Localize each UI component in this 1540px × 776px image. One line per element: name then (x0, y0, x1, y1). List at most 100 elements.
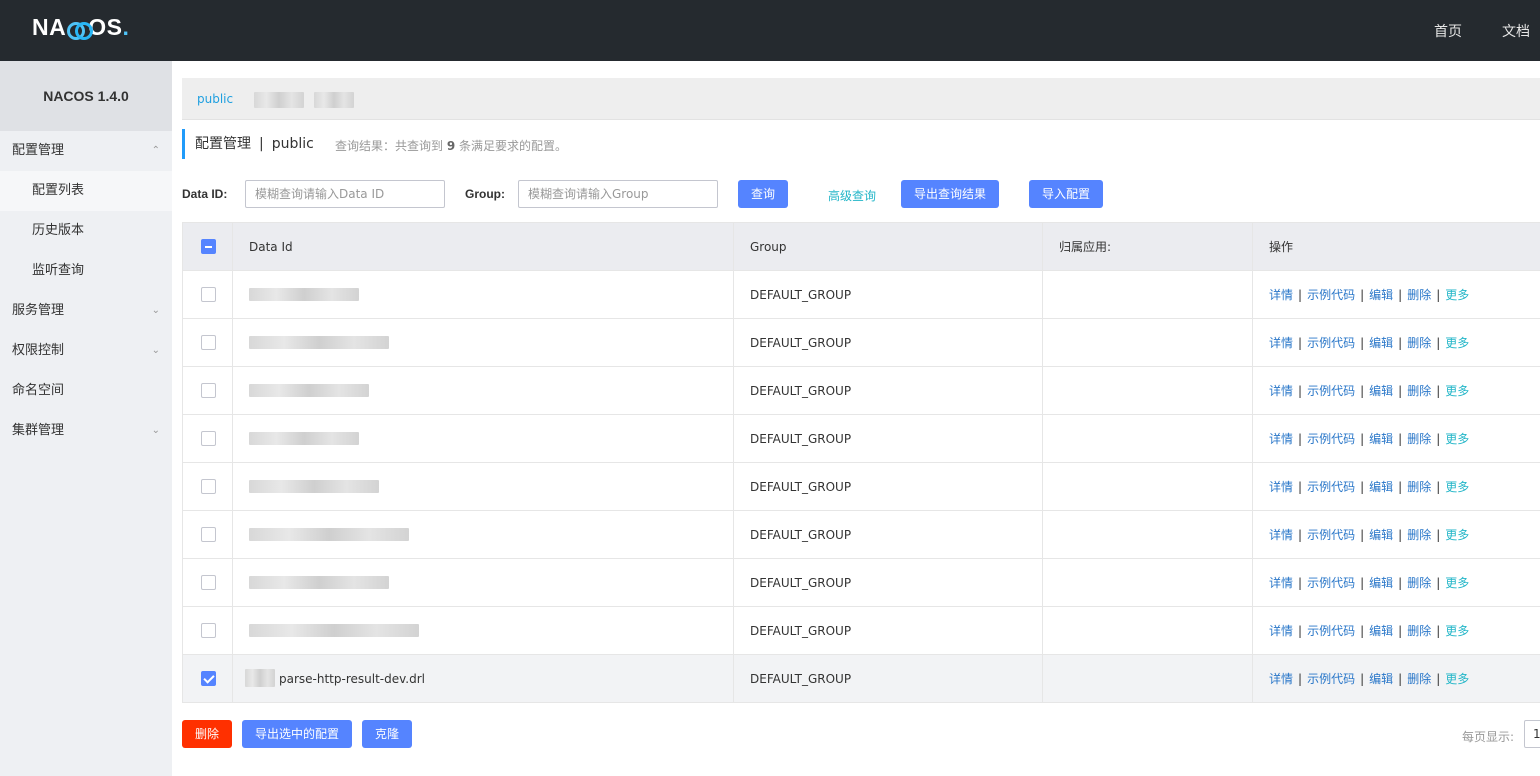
delete-selected-button[interactable]: 删除 (182, 720, 232, 748)
detail-link[interactable]: 详情 (1269, 574, 1293, 591)
ops-cell: 详情 | 示例代码 | 编辑 | 删除 | 更多 (1253, 655, 1540, 702)
more-link[interactable]: 更多 (1445, 574, 1469, 591)
more-link[interactable]: 更多 (1445, 670, 1469, 687)
more-link[interactable]: 更多 (1445, 382, 1469, 399)
edit-link[interactable]: 编辑 (1369, 430, 1393, 447)
more-link[interactable]: 更多 (1445, 478, 1469, 495)
select-all-checkbox[interactable] (201, 239, 216, 254)
sample-code-link[interactable]: 示例代码 (1307, 478, 1355, 495)
edit-link[interactable]: 编辑 (1369, 670, 1393, 687)
data-id-text[interactable]: parse-http-result-dev.drl (279, 672, 425, 686)
sidebar-item-config-management[interactable]: 配置管理 ⌃ (0, 131, 172, 171)
sidebar-item-namespace[interactable]: 命名空间 (0, 371, 172, 411)
advanced-query-link[interactable]: 高级查询 (828, 187, 876, 204)
detail-link[interactable]: 详情 (1269, 334, 1293, 351)
data-id-redacted[interactable] (249, 432, 359, 445)
delete-link[interactable]: 删除 (1407, 430, 1431, 447)
row-checkbox[interactable] (201, 575, 216, 590)
delete-link[interactable]: 删除 (1407, 478, 1431, 495)
edit-link[interactable]: 编辑 (1369, 526, 1393, 543)
app-cell (1043, 319, 1253, 366)
query-button[interactable]: 查询 (738, 180, 788, 208)
delete-link[interactable]: 删除 (1407, 526, 1431, 543)
detail-link[interactable]: 详情 (1269, 478, 1293, 495)
sidebar-item-history[interactable]: 历史版本 (0, 211, 172, 251)
nav-home[interactable]: 首页 (1434, 21, 1462, 41)
detail-link[interactable]: 详情 (1269, 526, 1293, 543)
detail-link[interactable]: 详情 (1269, 286, 1293, 303)
namespace-link-redacted[interactable] (254, 92, 304, 108)
detail-link[interactable]: 详情 (1269, 430, 1293, 447)
sample-code-link[interactable]: 示例代码 (1307, 430, 1355, 447)
group-input[interactable]: 模糊查询请输入Group (518, 180, 718, 208)
nav-docs[interactable]: 文档 (1502, 21, 1530, 41)
more-link[interactable]: 更多 (1445, 430, 1469, 447)
table-row: DEFAULT_GROUP 详情 | 示例代码 | 编辑 | 删除 | 更多 (182, 559, 1540, 607)
detail-link[interactable]: 详情 (1269, 382, 1293, 399)
detail-link[interactable]: 详情 (1269, 670, 1293, 687)
sample-code-link[interactable]: 示例代码 (1307, 382, 1355, 399)
sidebar-item-service-management[interactable]: 服务管理 ⌄ (0, 291, 172, 331)
more-link[interactable]: 更多 (1445, 334, 1469, 351)
ops-separator: | (1360, 527, 1365, 542)
sample-code-link[interactable]: 示例代码 (1307, 526, 1355, 543)
clone-button[interactable]: 克隆 (362, 720, 412, 748)
sample-code-link[interactable]: 示例代码 (1307, 574, 1355, 591)
more-link[interactable]: 更多 (1445, 526, 1469, 543)
sidebar-item-config-list[interactable]: 配置列表 (0, 171, 172, 211)
ops-separator: | (1398, 335, 1403, 350)
namespace-link-redacted[interactable] (314, 92, 354, 108)
per-page-select[interactable]: 1 (1524, 720, 1540, 748)
row-checkbox[interactable] (201, 479, 216, 494)
sidebar-item-label: 命名空间 (12, 383, 65, 398)
table-row: DEFAULT_GROUP 详情 | 示例代码 | 编辑 | 删除 | 更多 (182, 271, 1540, 319)
edit-link[interactable]: 编辑 (1369, 382, 1393, 399)
edit-link[interactable]: 编辑 (1369, 334, 1393, 351)
delete-link[interactable]: 删除 (1407, 334, 1431, 351)
sample-code-link[interactable]: 示例代码 (1307, 622, 1355, 639)
data-id-redacted[interactable] (249, 288, 359, 301)
namespace-public-link[interactable]: public (197, 92, 233, 106)
ops-separator: | (1398, 575, 1403, 590)
sample-code-link[interactable]: 示例代码 (1307, 334, 1355, 351)
top-nav: 首页 文档 (1394, 0, 1530, 61)
edit-link[interactable]: 编辑 (1369, 622, 1393, 639)
import-config-button[interactable]: 导入配置 (1029, 180, 1103, 208)
row-checkbox[interactable] (201, 671, 216, 686)
ops-separator: | (1360, 479, 1365, 494)
ops-separator: | (1360, 383, 1365, 398)
edit-link[interactable]: 编辑 (1369, 478, 1393, 495)
more-link[interactable]: 更多 (1445, 286, 1469, 303)
delete-link[interactable]: 删除 (1407, 670, 1431, 687)
row-checkbox[interactable] (201, 287, 216, 302)
sample-code-link[interactable]: 示例代码 (1307, 286, 1355, 303)
delete-link[interactable]: 删除 (1407, 574, 1431, 591)
export-selected-button[interactable]: 导出选中的配置 (242, 720, 352, 748)
sidebar-item-listener-query[interactable]: 监听查询 (0, 251, 172, 291)
data-id-redacted[interactable] (249, 624, 419, 637)
row-checkbox[interactable] (201, 431, 216, 446)
edit-link[interactable]: 编辑 (1369, 574, 1393, 591)
dataid-input[interactable]: 模糊查询请输入Data ID (245, 180, 445, 208)
more-link[interactable]: 更多 (1445, 622, 1469, 639)
delete-link[interactable]: 删除 (1407, 286, 1431, 303)
row-checkbox[interactable] (201, 335, 216, 350)
ops-separator: | (1360, 431, 1365, 446)
export-results-button[interactable]: 导出查询结果 (901, 180, 999, 208)
nacos-logo[interactable]: NA OS. (32, 14, 129, 41)
sample-code-link[interactable]: 示例代码 (1307, 670, 1355, 687)
delete-link[interactable]: 删除 (1407, 382, 1431, 399)
data-id-redacted[interactable] (249, 480, 379, 493)
sidebar-item-cluster[interactable]: 集群管理 ⌄ (0, 411, 172, 451)
data-id-redacted[interactable] (249, 528, 409, 541)
detail-link[interactable]: 详情 (1269, 622, 1293, 639)
row-checkbox[interactable] (201, 383, 216, 398)
row-checkbox[interactable] (201, 623, 216, 638)
edit-link[interactable]: 编辑 (1369, 286, 1393, 303)
delete-link[interactable]: 删除 (1407, 622, 1431, 639)
data-id-redacted[interactable] (249, 576, 389, 589)
row-checkbox[interactable] (201, 527, 216, 542)
sidebar-item-permission[interactable]: 权限控制 ⌄ (0, 331, 172, 371)
data-id-redacted[interactable] (249, 336, 389, 349)
data-id-redacted[interactable] (249, 384, 369, 397)
